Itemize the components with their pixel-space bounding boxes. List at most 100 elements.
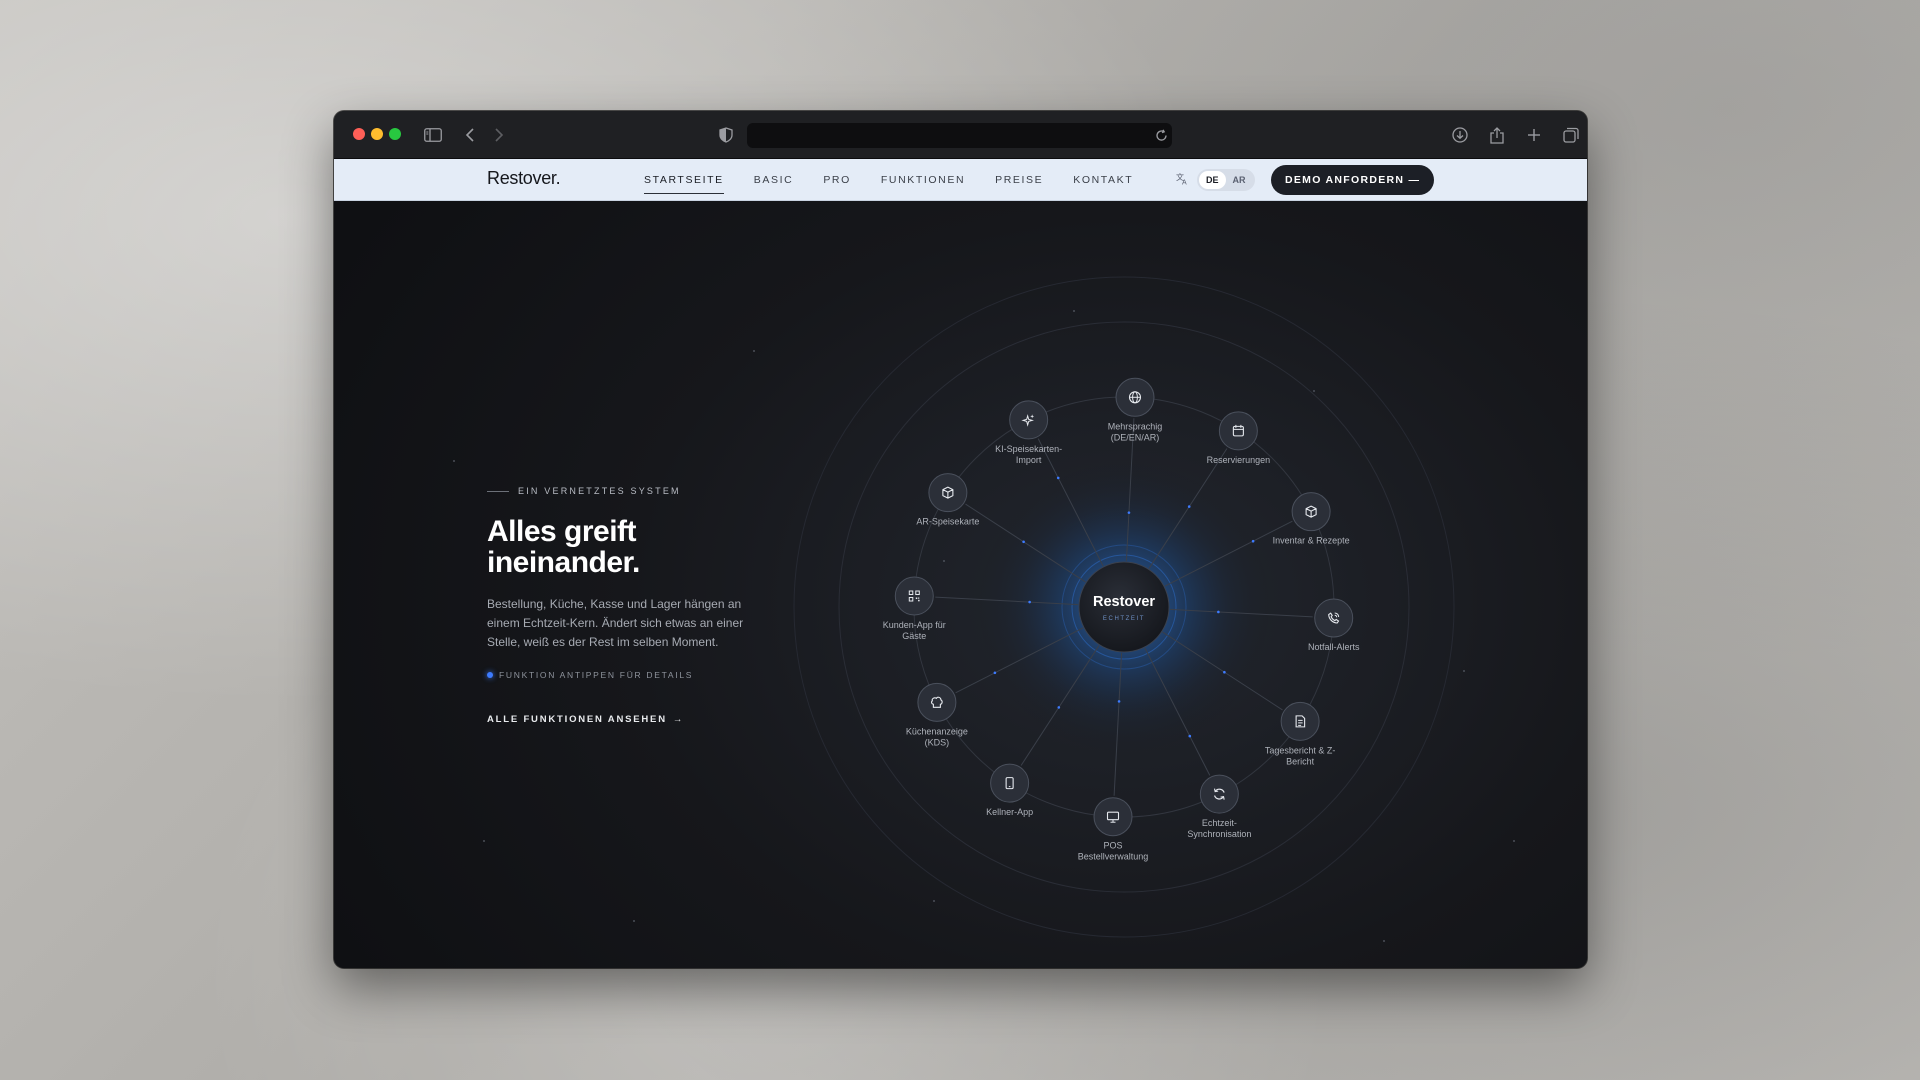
star [483,840,485,842]
shield-icon[interactable] [714,123,738,147]
nav-link-kontakt[interactable]: KONTAKT [1073,159,1133,201]
feature-node-label: (KDS) [925,737,950,747]
browser-window: Restover. STARTSEITE BASIC PRO FUNKTIONE… [334,111,1587,968]
feature-node-circle [1093,797,1133,837]
feature-node-mehrsprachig[interactable]: Mehrsprachig(DE/EN/AR) [1108,377,1163,442]
browser-titlebar [334,111,1587,159]
feature-node-tagesbericht[interactable]: Tagesbericht & Z-Bericht [1265,701,1336,766]
feature-node-label: Mehrsprachig [1108,421,1163,431]
spoke-pulse-tagesbericht [1223,670,1226,674]
nav-links: STARTSEITE BASIC PRO FUNKTIONEN PREISE K… [644,159,1163,201]
spoke-pulse-mehrsprachig [1127,511,1131,514]
feature-node-kds[interactable]: Küchenanzeige(KDS) [906,682,968,747]
forward-icon[interactable] [487,123,511,147]
feature-node-label: Kellner-App [986,807,1033,817]
hero-section: Restover ECHTZEIT Mehrsprachig (DE/EN/AR)… [334,201,1587,968]
nav-link-startseite[interactable]: STARTSEITE [644,159,724,201]
feature-node-circle [1199,774,1239,814]
feature-node-pos[interactable]: POSBestellverwaltung [1078,797,1149,862]
eyebrow-line [487,490,509,492]
star [753,350,755,352]
site-navbar: Restover. STARTSEITE BASIC PRO FUNKTIONE… [334,159,1587,201]
feature-node-label: Echtzeit- [1202,818,1237,828]
feature-node-inventar[interactable]: Inventar & Rezepte [1273,492,1350,546]
star [1383,940,1385,942]
feature-node-ar[interactable]: AR-Speisekarte [916,473,979,527]
brand-logo[interactable]: Restover. [487,168,561,189]
eyebrow: EIN VERNETZTES SYSTEM [487,486,681,496]
spoke-pulse-ar [1022,540,1025,544]
star [933,900,935,902]
hint-text: FUNKTION ANTIPPEN FÜR DETAILS [499,670,694,680]
feature-node-label: Bestellverwaltung [1078,852,1149,862]
eyebrow-text: EIN VERNETZTES SYSTEM [518,486,681,496]
feature-node-circle [1218,411,1258,451]
feature-node-kunden[interactable]: Kunden-App fürGäste [883,576,946,641]
star [1513,840,1515,842]
close-window-button[interactable] [353,128,365,140]
star [633,920,635,922]
back-icon[interactable] [458,123,482,147]
hint-dot [487,672,493,678]
nav-link-basic[interactable]: BASIC [754,159,794,201]
language-switcher: 文A DE AR [1176,169,1255,191]
star [943,560,945,562]
nav-link-funktionen[interactable]: FUNKTIONEN [881,159,965,201]
nav-link-preise[interactable]: PREISE [995,159,1043,201]
feature-node-label: Reservierungen [1207,455,1271,465]
feature-node-label: Notfall-Alerts [1308,642,1360,652]
star [1463,670,1465,672]
tabs-overview-icon[interactable] [1559,123,1583,147]
spoke-pulse-kunden [1028,600,1031,604]
svg-text:A: A [1182,180,1187,186]
arrow-right-icon: → [672,714,685,725]
minimize-window-button[interactable] [371,128,383,140]
new-tab-icon[interactable] [1522,123,1546,147]
language-toggle: DE AR [1197,169,1255,191]
feature-node-label: Bericht [1286,756,1315,766]
translate-icon: 文A [1176,172,1189,188]
feature-node-circle [917,682,957,722]
feature-node-notfall[interactable]: Notfall-Alerts [1308,598,1360,652]
nav-link-pro[interactable]: PRO [823,159,851,201]
feature-node-label: Synchronisation [1187,829,1251,839]
core-title: Restover [1093,594,1155,610]
language-option-de[interactable]: DE [1199,171,1226,189]
sidebar-icon[interactable] [421,123,445,147]
share-icon[interactable] [1485,123,1509,147]
core-node[interactable]: Restover ECHTZEIT [1078,561,1170,653]
address-bar[interactable] [747,123,1172,148]
spoke-pulse-inventar [1251,539,1255,543]
feature-node-label: Kunden-App für [883,620,946,630]
feature-node-circle [990,763,1030,803]
feature-node-circle [1314,598,1354,638]
feature-node-sync[interactable]: Echtzeit-Synchronisation [1187,774,1251,839]
system-diagram: Restover ECHTZEIT Mehrsprachig(DE/EN/AR)… [453,276,1515,942]
download-icon[interactable] [1448,123,1472,147]
hero-lead: Bestellung, Küche, Kasse und Lager hänge… [487,597,744,649]
star [1313,390,1315,392]
feature-node-label: (DE/EN/AR) [1111,432,1160,442]
spoke-pulse-sync [1188,734,1192,738]
spoke-pulse-reservierungen [1187,505,1191,508]
reload-icon[interactable] [1149,123,1173,147]
demo-request-button[interactable]: DEMO ANFORDERN — [1271,165,1435,195]
hero-headline: Alles greift ineinander. [487,516,807,578]
star [453,460,455,462]
feature-node-label: Tagesbericht & Z- [1265,745,1336,755]
spoke-pulse-kds [993,671,997,675]
feature-node-label: Gäste [902,631,926,641]
star [1073,310,1075,312]
feature-node-kellner[interactable]: Kellner-App [986,763,1033,817]
feature-node-ki[interactable]: KI-Speisekarten-Import [995,400,1062,465]
core-subtitle: ECHTZEIT [1103,616,1145,622]
zoom-window-button[interactable] [389,128,401,140]
headline-line-2: ineinander. [487,546,640,579]
language-option-ar[interactable]: AR [1226,171,1253,189]
all-features-link[interactable]: ALLE FUNKTIONEN ANSEHEN → [487,714,684,725]
feature-node-label: Inventar & Rezepte [1273,536,1350,546]
spoke-pulse-pos [1117,700,1121,703]
feature-node-label: Küchenanzeige [906,726,968,736]
feature-node-circle [894,576,934,616]
feature-node-reservierungen[interactable]: Reservierungen [1207,411,1271,465]
